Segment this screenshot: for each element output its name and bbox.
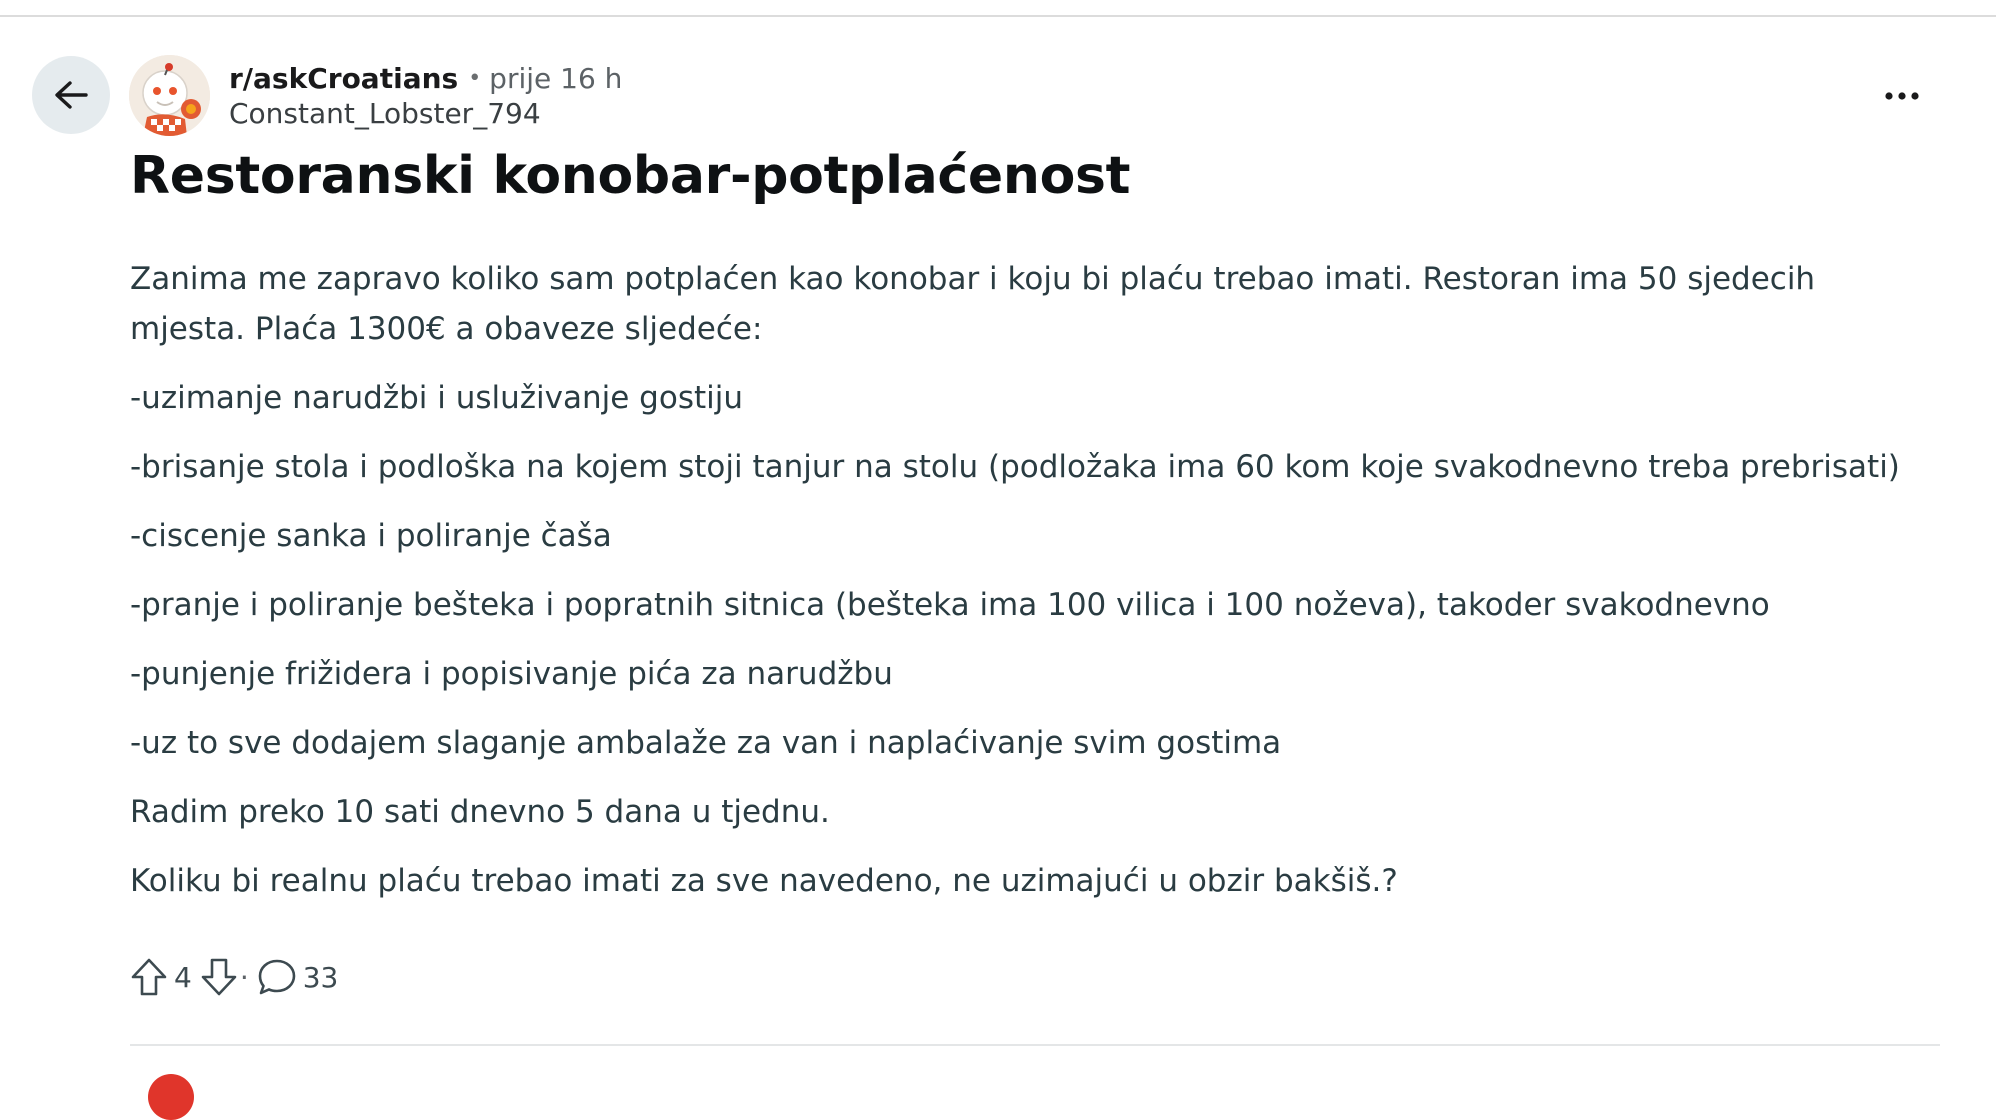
more-options-button[interactable] [1880, 76, 1924, 116]
author-link[interactable]: Constant_Lobster_794 [229, 97, 541, 130]
subreddit-avatar[interactable] [129, 55, 210, 136]
post-paragraph: Zanima me zapravo koliko sam potplaćen k… [130, 261, 1816, 347]
post-paragraph: Radim preko 10 sati dnevno 5 dana u tjed… [130, 794, 830, 830]
downvote-button[interactable] [200, 957, 238, 997]
back-button[interactable] [32, 56, 110, 134]
top-border [0, 15, 1996, 17]
upvote-button[interactable] [130, 957, 168, 997]
post-meta: r/askCroatians • prije 16 h [229, 58, 622, 98]
more-horizontal-icon [1885, 92, 1919, 100]
post-paragraph: Koliku bi realnu plaću trebao imati za s… [130, 863, 1398, 899]
post-divider [130, 1044, 1940, 1046]
vote-count: 4 [174, 960, 192, 994]
action-separator: · [239, 960, 249, 994]
post-title: Restoranski konobar-potplaćenost [130, 146, 1131, 206]
meta-separator: • [468, 65, 482, 91]
post-paragraph: -uz to sve dodajem slaganje ambalaže za … [130, 725, 1282, 761]
post-body: Zanima me zapravo koliko sam potplaćen k… [130, 254, 1920, 925]
post-time: prije 16 h [489, 61, 623, 95]
downvote-arrow-icon [201, 958, 237, 996]
comment-bubble-icon [258, 959, 296, 995]
comments-button[interactable] [257, 958, 297, 996]
post-paragraph: -pranje i poliranje bešteka i popratnih … [130, 587, 1770, 623]
subreddit-link[interactable]: r/askCroatians [229, 62, 458, 95]
post-paragraph: -punjenje frižidera i popisivanje pića z… [130, 656, 893, 692]
next-item-avatar [148, 1074, 194, 1120]
upvote-arrow-icon [131, 958, 167, 996]
snoo-avatar-icon [129, 55, 210, 136]
post-actions: 4 · 33 [130, 955, 346, 999]
post-paragraph: -uzimanje narudžbi i usluživanje gostiju [130, 380, 743, 416]
post-paragraph: -ciscenje sanka i poliranje čaša [130, 518, 612, 554]
comment-count: 33 [302, 960, 339, 994]
arrow-left-icon [55, 81, 88, 109]
post-paragraph: -brisanje stola i podloška na kojem stoj… [130, 449, 1900, 485]
